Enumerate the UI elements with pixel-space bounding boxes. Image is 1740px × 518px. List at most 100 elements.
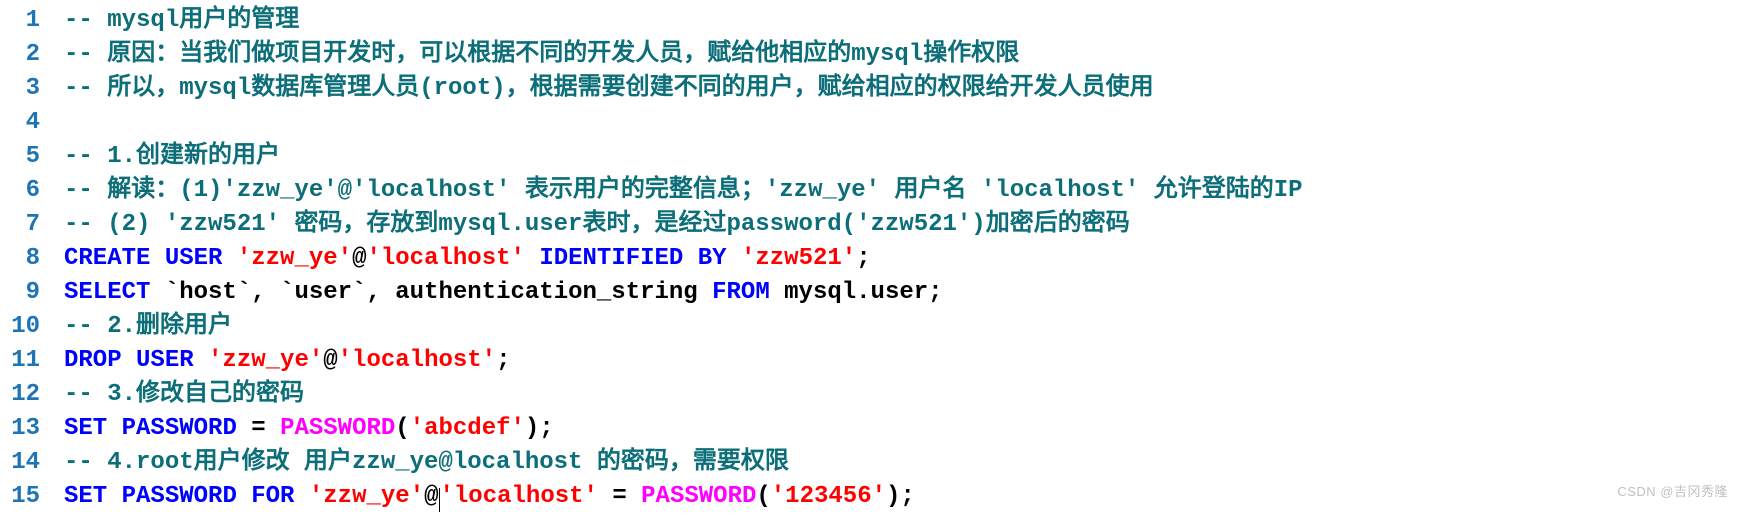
token-text: = <box>237 415 280 442</box>
token-keyword: FOR <box>251 483 294 510</box>
code-line[interactable]: 13SET PASSWORD = PASSWORD('abcdef'); <box>0 412 1740 446</box>
token-func: PASSWORD <box>280 415 395 442</box>
code-editor[interactable]: 1 -- mysql用户的管理 2 -- 原因：当我们做项目开发时，可以根据不同的开发… <box>0 4 1740 514</box>
line-content[interactable]: -- 所以，mysql数据库管理人员(root)，根据需要创建不同的用户，赋给相… <box>48 72 1154 106</box>
code-line[interactable]: 5 -- 1.创建新的用户 <box>0 140 1740 174</box>
line-number: 4 <box>0 106 48 140</box>
line-number: 6 <box>0 174 48 208</box>
token-keyword: FROM <box>712 279 770 306</box>
code-line[interactable]: 1 -- mysql用户的管理 <box>0 4 1740 38</box>
line-content[interactable]: -- 3.修改自己的密码 <box>48 378 304 412</box>
code-line[interactable]: 3 -- 所以，mysql数据库管理人员(root)，根据需要创建不同的用户，赋给… <box>0 72 1740 106</box>
line-number: 5 <box>0 140 48 174</box>
token-keyword: BY <box>698 245 727 272</box>
code-line[interactable]: 9SELECT `host`, `user`, authentication_s… <box>0 276 1740 310</box>
token-text: @ <box>323 347 337 374</box>
line-number: 13 <box>0 412 48 446</box>
line-content[interactable]: CREATE USER 'zzw_ye'@'localhost' IDENTIF… <box>48 242 871 276</box>
token-text: @ <box>424 483 438 510</box>
line-number: 12 <box>0 378 48 412</box>
line-content[interactable]: -- 4.root用户修改 用户zzw_ye@localhost 的密码，需要权… <box>48 446 789 480</box>
token-keyword: SELECT <box>64 279 150 306</box>
code-line[interactable]: 6 -- 解读：(1)'zzw_ye'@'localhost' 表示用户的完整信息… <box>0 174 1740 208</box>
token-keyword: PASSWORD <box>122 483 237 510</box>
code-line[interactable]: 14 -- 4.root用户修改 用户zzw_ye@localhost 的密码，需… <box>0 446 1740 480</box>
token-string: 'zzw_ye' <box>237 245 352 272</box>
token-keyword: SET <box>64 415 107 442</box>
line-content[interactable]: SET PASSWORD = PASSWORD('abcdef'); <box>48 412 554 446</box>
code-line[interactable]: 15SET PASSWORD FOR 'zzw_ye'@'localhost' … <box>0 480 1740 514</box>
token-keyword: USER <box>165 245 223 272</box>
token-func: PASSWORD <box>641 483 756 510</box>
token-text: ); <box>886 483 915 510</box>
code-line[interactable]: 11DROP USER 'zzw_ye'@'localhost'; <box>0 344 1740 378</box>
token-text: = <box>598 483 641 510</box>
line-content[interactable]: -- 1.创建新的用户 <box>48 140 280 174</box>
token-keyword: PASSWORD <box>122 415 237 442</box>
token-comment: -- 原因：当我们做项目开发时，可以根据不同的开发人员，赋给他相应的mysql操… <box>64 41 1019 68</box>
token-text <box>525 245 539 272</box>
line-number: 7 <box>0 208 48 242</box>
line-content[interactable]: -- 解读：(1)'zzw_ye'@'localhost' 表示用户的完整信息；… <box>48 174 1303 208</box>
token-string: 'zzw_ye' <box>309 483 424 510</box>
line-number: 11 <box>0 344 48 378</box>
token-keyword: SET <box>64 483 107 510</box>
line-number: 14 <box>0 446 48 480</box>
token-text: `host`, `user`, authentication_string <box>150 279 712 306</box>
line-content[interactable]: -- 原因：当我们做项目开发时，可以根据不同的开发人员，赋给他相应的mysql操… <box>48 38 1019 72</box>
token-comment: -- 1.创建新的用户 <box>64 143 280 170</box>
line-number: 8 <box>0 242 48 276</box>
token-text <box>194 347 208 374</box>
line-number: 3 <box>0 72 48 106</box>
line-content[interactable]: -- mysql用户的管理 <box>48 4 299 38</box>
token-text <box>683 245 697 272</box>
line-number: 1 <box>0 4 48 38</box>
code-line[interactable]: 10 -- 2.删除用户 <box>0 310 1740 344</box>
line-number: 9 <box>0 276 48 310</box>
token-text: ; <box>856 245 870 272</box>
token-text: ( <box>395 415 409 442</box>
code-line[interactable]: 8CREATE USER 'zzw_ye'@'localhost' IDENTI… <box>0 242 1740 276</box>
line-content[interactable]: DROP USER 'zzw_ye'@'localhost'; <box>48 344 511 378</box>
token-string: 'localhost' <box>366 245 524 272</box>
token-text <box>122 347 136 374</box>
token-comment: -- 4.root用户修改 用户zzw_ye@localhost 的密码，需要权… <box>64 449 789 476</box>
token-text: mysql.user; <box>770 279 943 306</box>
line-content[interactable]: -- 2.删除用户 <box>48 310 232 344</box>
token-text: @ <box>352 245 366 272</box>
token-text <box>107 483 121 510</box>
code-line[interactable]: 12-- 3.修改自己的密码 <box>0 378 1740 412</box>
token-keyword: CREATE <box>64 245 150 272</box>
watermark-text: CSDN @吉冈秀隆 <box>1617 475 1728 509</box>
token-text: ); <box>525 415 554 442</box>
token-text <box>150 245 164 272</box>
line-number: 2 <box>0 38 48 72</box>
token-comment: -- (2) 'zzw521' 密码，存放到mysql.user表时，是经过pa… <box>64 211 1130 238</box>
token-string: 'zzw521' <box>741 245 856 272</box>
token-text <box>294 483 308 510</box>
token-text <box>237 483 251 510</box>
token-string: 'localhost' <box>440 483 598 510</box>
line-content[interactable]: SELECT `host`, `user`, authentication_st… <box>48 276 943 310</box>
token-keyword: IDENTIFIED <box>539 245 683 272</box>
token-keyword: DROP <box>64 347 122 374</box>
token-string: 'abcdef' <box>410 415 525 442</box>
token-text <box>107 415 121 442</box>
code-line[interactable]: 2 -- 原因：当我们做项目开发时，可以根据不同的开发人员，赋给他相应的mysql… <box>0 38 1740 72</box>
line-content[interactable]: SET PASSWORD FOR 'zzw_ye'@'localhost' = … <box>48 480 915 514</box>
token-comment: -- 解读：(1)'zzw_ye'@'localhost' 表示用户的完整信息；… <box>64 177 1303 204</box>
token-string: '123456' <box>771 483 886 510</box>
token-comment: -- mysql用户的管理 <box>64 7 299 34</box>
code-line[interactable]: 7 -- (2) 'zzw521' 密码，存放到mysql.user表时，是经过p… <box>0 208 1740 242</box>
token-keyword: USER <box>136 347 194 374</box>
line-content[interactable]: -- (2) 'zzw521' 密码，存放到mysql.user表时，是经过pa… <box>48 208 1130 242</box>
code-line[interactable]: 4 <box>0 106 1740 140</box>
token-comment: -- 所以，mysql数据库管理人员(root)，根据需要创建不同的用户，赋给相… <box>64 75 1154 102</box>
token-comment: -- 2.删除用户 <box>64 313 232 340</box>
token-text <box>222 245 236 272</box>
line-content[interactable] <box>48 106 64 140</box>
token-string: 'zzw_ye' <box>208 347 323 374</box>
token-text: ; <box>496 347 510 374</box>
line-number: 15 <box>0 480 48 514</box>
line-number: 10 <box>0 310 48 344</box>
